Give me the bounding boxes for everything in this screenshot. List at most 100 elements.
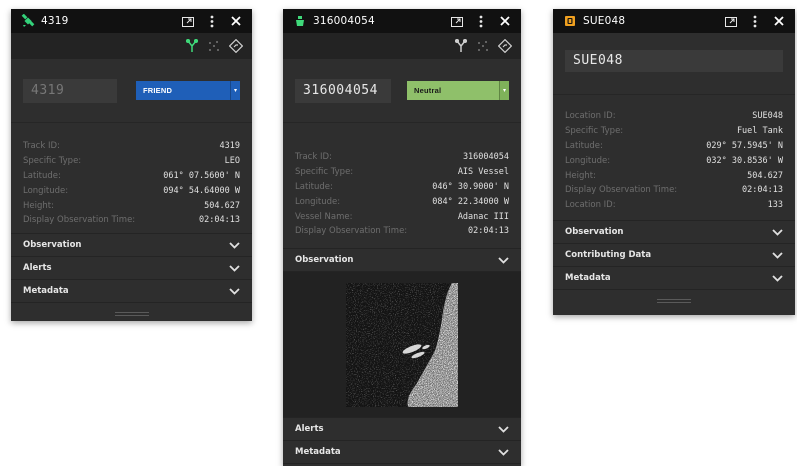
- section-observation[interactable]: Observation: [283, 248, 521, 271]
- field-row: Latitude: 046° 30.9000' N: [295, 180, 509, 195]
- export-icon[interactable]: [180, 13, 196, 29]
- panel-titlebar[interactable]: SUE048: [553, 9, 795, 33]
- grip-icon: [114, 311, 149, 316]
- branch-tool-icon[interactable]: [453, 38, 469, 54]
- field-label: Specific Type:: [565, 126, 624, 137]
- section-metadata[interactable]: Metadata: [283, 440, 521, 463]
- track-id-field[interactable]: 4319: [23, 78, 117, 103]
- section-metadata[interactable]: Metadata: [11, 279, 252, 302]
- chevron-down-icon: [497, 256, 509, 264]
- field-label: Display Observation Time:: [295, 226, 408, 237]
- panel-toolbar: [11, 33, 252, 59]
- scatter-tool-icon[interactable]: [206, 38, 222, 54]
- field-value: Adanac III: [457, 211, 509, 222]
- sar-observation-image[interactable]: [346, 282, 458, 407]
- route-tool-icon[interactable]: [228, 38, 244, 54]
- field-label: Longitude:: [23, 185, 69, 196]
- track-panel-316004054: 316004054 316004054 Neutral ▾ Track ID: 3…: [283, 9, 521, 466]
- route-tool-icon[interactable]: [497, 38, 513, 54]
- field-label: Location ID:: [565, 111, 616, 122]
- close-icon[interactable]: [497, 13, 513, 29]
- resize-handle[interactable]: [553, 289, 795, 311]
- field-row: Specific Type: LEO: [23, 154, 240, 169]
- more-options-icon[interactable]: [204, 13, 220, 29]
- more-options-icon[interactable]: [473, 13, 489, 29]
- field-row: Height: 504.627: [565, 168, 783, 183]
- field-row: Specific Type: AIS Vessel: [295, 165, 509, 180]
- field-label: Latitude:: [565, 140, 603, 151]
- field-value: 046° 30.9000' N: [432, 181, 509, 192]
- field-label: Display Observation Time:: [565, 185, 678, 196]
- export-icon[interactable]: [449, 13, 465, 29]
- affiliation-dropdown[interactable]: FRIEND ▾: [136, 81, 240, 100]
- more-options-icon[interactable]: [747, 13, 763, 29]
- field-value: 504.627: [204, 200, 240, 211]
- close-icon[interactable]: [228, 13, 244, 29]
- section-alerts[interactable]: Alerts: [11, 256, 252, 279]
- field-row: Longitude: 084° 22.34000 W: [295, 194, 509, 209]
- section-observation[interactable]: Observation: [553, 220, 795, 243]
- field-label: Track ID:: [23, 141, 60, 152]
- location-id-field[interactable]: SUE048: [565, 49, 783, 72]
- field-value: 133: [767, 200, 783, 211]
- chevron-down-icon: [228, 287, 240, 295]
- section-contributing-data[interactable]: Contributing Data: [553, 243, 795, 266]
- panel-titlebar[interactable]: 316004054: [283, 9, 521, 33]
- field-value: 029° 57.5945' N: [706, 140, 783, 151]
- field-row: Longitude: 094° 54.64000 W: [23, 183, 240, 198]
- field-row: Latitude: 061° 07.5600' N: [23, 169, 240, 184]
- field-row: Location ID: SUE048: [565, 109, 783, 124]
- location-panel-sue048: SUE048 SUE048 Location ID: SUE048 Specifi…: [553, 9, 795, 315]
- affiliation-label: FRIEND: [143, 86, 173, 95]
- chevron-down-icon: [228, 241, 240, 249]
- panel-titlebar[interactable]: 4319: [11, 9, 252, 33]
- section-label: Metadata: [295, 447, 341, 457]
- field-label: Height:: [23, 200, 54, 211]
- field-value: AIS Vessel: [457, 167, 509, 178]
- field-value: 084° 22.34000 W: [432, 196, 509, 207]
- field-row: Height: 504.627: [23, 198, 240, 213]
- id-row: 316004054 Neutral ▾: [283, 59, 521, 123]
- export-icon[interactable]: [723, 13, 739, 29]
- chevron-down-icon: [497, 425, 509, 433]
- field-row: Display Observation Time: 02:04:13: [295, 224, 509, 239]
- id-row: 4319 FRIEND ▾: [11, 59, 252, 123]
- branch-tool-icon[interactable]: [184, 38, 200, 54]
- field-label: Specific Type:: [295, 167, 354, 178]
- affiliation-label: Neutral: [414, 86, 442, 95]
- section-label: Metadata: [565, 273, 611, 283]
- field-label: Specific Type:: [23, 156, 82, 167]
- field-value: 02:04:13: [468, 226, 509, 237]
- close-icon[interactable]: [771, 13, 787, 29]
- field-label: Longitude:: [565, 155, 611, 166]
- section-metadata[interactable]: Metadata: [553, 266, 795, 289]
- field-value: 061° 07.5600' N: [163, 170, 240, 181]
- field-label: Display Observation Time:: [23, 215, 136, 226]
- panel-title: 316004054: [313, 15, 375, 27]
- track-fields: Track ID: 316004054 Specific Type: AIS Ves…: [283, 123, 521, 248]
- location-fields: Location ID: SUE048 Specific Type: Fuel Ta…: [553, 95, 795, 220]
- section-label: Observation: [295, 255, 354, 265]
- field-label: Height:: [565, 170, 596, 181]
- resize-handle[interactable]: [11, 302, 252, 321]
- panel-toolbar: [283, 33, 521, 59]
- section-observation[interactable]: Observation: [11, 233, 252, 256]
- field-value: Fuel Tank: [736, 126, 783, 137]
- field-row: Display Observation Time: 02:04:13: [565, 183, 783, 198]
- section-label: Alerts: [295, 424, 324, 434]
- panel-title: 4319: [41, 15, 69, 27]
- field-value: 02:04:13: [742, 185, 783, 196]
- section-alerts[interactable]: Alerts: [283, 417, 521, 440]
- fuel-tank-icon: [563, 14, 577, 28]
- affiliation-dropdown[interactable]: Neutral ▾: [407, 81, 509, 100]
- track-panel-4319: 4319 4319 FRIEND ▾ Track ID: 4319 Specifi…: [11, 9, 252, 321]
- field-row: Track ID: 316004054: [295, 150, 509, 165]
- field-row: Display Observation Time: 02:04:13: [23, 213, 240, 228]
- scatter-tool-icon[interactable]: [475, 38, 491, 54]
- field-row: Vessel Name: Adanac III: [295, 209, 509, 224]
- field-value: 02:04:13: [199, 215, 240, 226]
- field-row: Specific Type: Fuel Tank: [565, 124, 783, 139]
- section-label: Alerts: [23, 263, 52, 273]
- panel-title: SUE048: [583, 15, 626, 27]
- track-id-field[interactable]: 316004054: [295, 78, 391, 103]
